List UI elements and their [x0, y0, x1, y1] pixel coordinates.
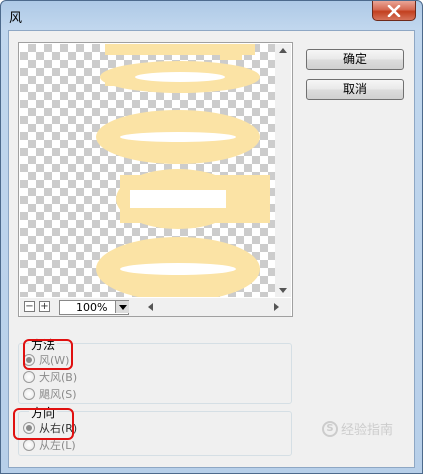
- watermark: S 经验指南: [322, 419, 393, 438]
- close-button[interactable]: [372, 1, 416, 21]
- window-title: 风: [9, 11, 23, 26]
- preview-panel: − + 100%: [18, 42, 293, 317]
- filter-dialog-window: 风 − + 100% 确定 取消 方法 风(W) 大风(B) 飓风(S) 方向 …: [0, 0, 423, 474]
- wind-effect-artwork: [96, 44, 270, 297]
- preview-canvas[interactable]: [20, 44, 275, 297]
- watermark-text: 经验指南: [341, 423, 394, 438]
- radio-option-blast[interactable]: 大风(B): [23, 370, 77, 384]
- scroll-right-arrow-icon[interactable]: [274, 303, 279, 311]
- scroll-up-arrow-icon[interactable]: [279, 48, 287, 53]
- radio-option-from-left[interactable]: 从左(L): [23, 438, 76, 452]
- preview-vertical-scrollbar[interactable]: [275, 44, 291, 297]
- zoom-in-button[interactable]: +: [39, 301, 50, 312]
- zoom-out-button[interactable]: −: [24, 301, 35, 312]
- radio-button[interactable]: [23, 439, 35, 451]
- cancel-button[interactable]: 取消: [306, 79, 404, 100]
- radio-label: 飓风(S): [39, 388, 77, 401]
- scroll-left-arrow-icon[interactable]: [148, 303, 153, 311]
- zoom-dropdown-chevron-icon[interactable]: [115, 301, 129, 313]
- ok-button[interactable]: 确定: [306, 49, 404, 70]
- highlight-box-direction: [13, 408, 74, 440]
- radio-option-stagger[interactable]: 飓风(S): [23, 387, 77, 401]
- radio-button[interactable]: [23, 388, 35, 400]
- highlight-box-method: [23, 339, 73, 370]
- title-bar[interactable]: 风: [1, 1, 422, 29]
- scroll-down-arrow-icon[interactable]: [279, 288, 287, 293]
- close-icon: [387, 4, 401, 17]
- zoom-bar: − + 100%: [20, 298, 291, 316]
- watermark-logo-icon: S: [322, 420, 338, 437]
- zoom-level-value: 100%: [76, 301, 108, 314]
- radio-label: 大风(B): [39, 371, 78, 384]
- radio-button[interactable]: [23, 371, 35, 383]
- dialog-client-area: − + 100% 确定 取消 方法 风(W) 大风(B) 飓风(S) 方向 从右…: [8, 30, 415, 468]
